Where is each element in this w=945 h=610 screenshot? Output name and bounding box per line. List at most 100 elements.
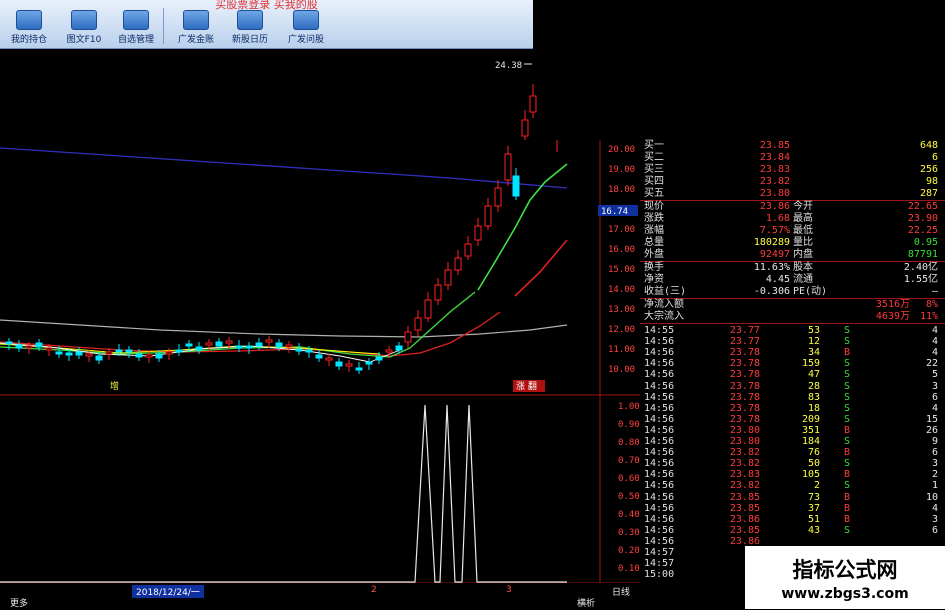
bid-label: 买四 bbox=[644, 176, 664, 187]
stat-label: 内盘 bbox=[793, 249, 813, 260]
bid-price: 23.82 bbox=[759, 176, 790, 187]
indicator-tick: 0.20 bbox=[618, 546, 640, 556]
account-button[interactable]: 广发金账 bbox=[167, 10, 225, 46]
tick-price: 23.78 bbox=[729, 369, 760, 381]
tick-price: 23.83 bbox=[729, 469, 760, 481]
tick-volume: 28 bbox=[807, 380, 820, 392]
stat-label: 最高 bbox=[793, 213, 813, 224]
candle-body bbox=[235, 345, 243, 349]
tick-time: 14:56 bbox=[644, 469, 675, 481]
stat-value: 23.86 bbox=[759, 201, 790, 212]
stat-value: 23.90 bbox=[907, 213, 938, 224]
calendar-icon bbox=[237, 10, 263, 30]
date-mark: 2 bbox=[371, 585, 377, 595]
tick-count: 3 bbox=[931, 458, 938, 470]
ma-gray-line bbox=[0, 319, 568, 338]
tick-volume: 50 bbox=[807, 458, 820, 470]
candle-body bbox=[95, 355, 103, 361]
tick-price: 23.85 bbox=[729, 491, 760, 503]
stat-label: 今开 bbox=[793, 201, 813, 212]
tick-time: 14:56 bbox=[644, 524, 675, 536]
tick-row: 14:56 23.78 34 B 4 bbox=[640, 347, 940, 358]
price-tick: 19.00 bbox=[608, 165, 635, 175]
date-cursor-label: 2018/12/24/一 bbox=[132, 585, 204, 598]
candle-body bbox=[25, 345, 33, 349]
tick-side: S bbox=[844, 358, 851, 370]
tick-time: 14:56 bbox=[644, 424, 675, 436]
tick-count: 2 bbox=[931, 469, 938, 481]
tick-price: 23.77 bbox=[729, 325, 760, 336]
tick-time: 14:56 bbox=[644, 358, 675, 370]
current-price-tag: 16.74 bbox=[601, 207, 628, 217]
stat-value: 22.65 bbox=[907, 201, 938, 212]
chart-frame bbox=[0, 140, 640, 583]
tick-time: 14:56 bbox=[644, 535, 675, 547]
tick-count: 1 bbox=[931, 480, 938, 492]
tick-count: 4 bbox=[931, 402, 938, 414]
moving-average-lines bbox=[0, 147, 568, 363]
more-button[interactable]: 更多 bbox=[10, 596, 28, 609]
ask-stock-button[interactable]: 广发问股 bbox=[277, 10, 335, 46]
tick-price: 23.82 bbox=[729, 458, 760, 470]
watermark-title: 指标公式网 bbox=[792, 558, 898, 582]
holdings-button[interactable]: 我的持仓 bbox=[0, 10, 58, 46]
stat-row: 现价 23.86 今开 22.65 bbox=[640, 201, 940, 213]
tick-volume: 73 bbox=[807, 491, 820, 503]
marker-increase: 增 bbox=[110, 380, 119, 392]
watchlist-button[interactable]: 自选管理 bbox=[107, 10, 165, 46]
tick-price: 23.85 bbox=[729, 524, 760, 536]
candle-body bbox=[494, 187, 502, 207]
stat-value: 0.95 bbox=[913, 237, 938, 248]
marker-rise: 涨 翻 bbox=[516, 381, 537, 392]
stat-row: 外盘 92497 内盘 87791 bbox=[640, 249, 940, 261]
quote-panel: 买一 23.85 648 买二 23.84 6 买三 23.83 256 买四 23.82 98 买五 2… bbox=[640, 140, 945, 610]
stat-label: 现价 bbox=[644, 201, 664, 212]
analysis-tab[interactable]: 横析 bbox=[577, 596, 595, 609]
price-axis: 20.00 19.00 18.00 17.00 16.00 15.00 14.0… bbox=[495, 61, 638, 375]
tick-volume: 51 bbox=[807, 513, 820, 525]
tick-time: 14:57 bbox=[644, 547, 675, 558]
kline-chart[interactable]: 20.00 19.00 18.00 17.00 16.00 15.00 14.0… bbox=[0, 48, 640, 583]
tick-side: B bbox=[844, 447, 851, 459]
f10-button[interactable]: 图文F10 bbox=[55, 10, 113, 46]
chart-markers: 增 涨 翻 bbox=[110, 380, 545, 392]
tick-count: 4 bbox=[931, 336, 938, 348]
ipo-calendar-button[interactable]: 新股日历 bbox=[221, 10, 279, 46]
tick-time: 14:56 bbox=[644, 336, 675, 348]
tick-side: B bbox=[844, 424, 851, 436]
candle-body bbox=[245, 345, 253, 349]
tick-volume: 53 bbox=[807, 325, 820, 336]
period-selector[interactable]: 日线 bbox=[612, 585, 630, 598]
f10-icon bbox=[71, 10, 97, 30]
tick-count: 9 bbox=[931, 436, 938, 447]
candle-body bbox=[135, 353, 143, 358]
tick-side: S bbox=[844, 480, 851, 492]
bid-volume: 256 bbox=[919, 164, 938, 175]
price-tick: 20.00 bbox=[608, 145, 635, 155]
tick-volume: 76 bbox=[807, 447, 820, 459]
tick-row: 14:56 23.78 18 S 4 bbox=[640, 403, 940, 414]
tick-time: 14:56 bbox=[644, 380, 675, 392]
bid-row: 买一 23.85 648 bbox=[640, 140, 940, 152]
indicator-panel bbox=[0, 404, 567, 583]
candle-body bbox=[305, 349, 313, 353]
tick-volume: 37 bbox=[807, 502, 820, 514]
stat-value: -0.306 bbox=[753, 286, 790, 297]
candle-body bbox=[464, 243, 472, 257]
tick-row: 14:56 23.78 83 S 6 bbox=[640, 392, 940, 403]
flow-value: 3516万 bbox=[875, 299, 910, 310]
candle-body bbox=[434, 284, 442, 301]
candle-body bbox=[75, 351, 83, 356]
stat-row: 涨跌 1.68 最高 23.90 bbox=[640, 213, 940, 225]
tick-time: 14:56 bbox=[644, 447, 675, 459]
bid-volume: 648 bbox=[919, 140, 938, 151]
ma-green-line-2 bbox=[477, 163, 568, 291]
stat-value: 1.68 bbox=[765, 213, 790, 224]
stat-label: 涨跌 bbox=[644, 213, 664, 224]
candle-body bbox=[365, 361, 373, 365]
flow-label: 净流入额 bbox=[644, 299, 684, 310]
tick-time: 14:56 bbox=[644, 480, 675, 492]
flow-value: 4639万 bbox=[875, 311, 910, 322]
stat-label: 换手 bbox=[644, 262, 664, 273]
tick-price: 23.78 bbox=[729, 402, 760, 414]
